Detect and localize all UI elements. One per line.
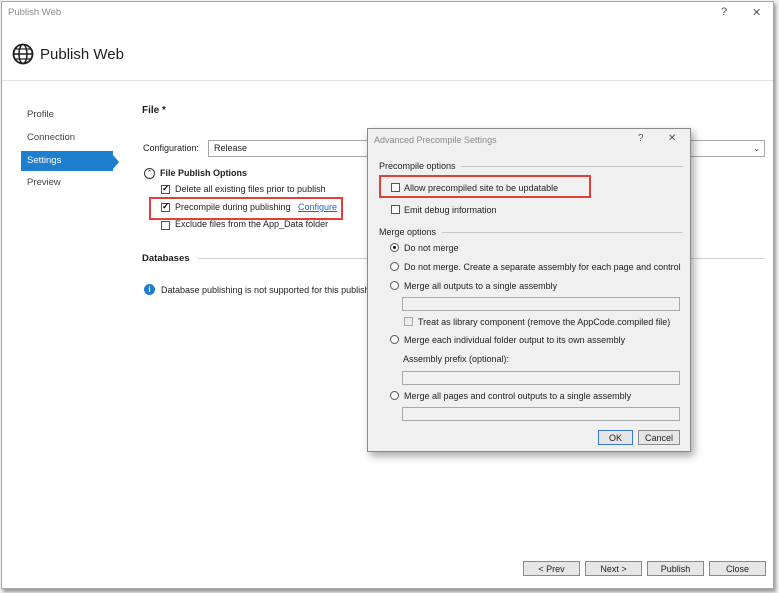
ok-button[interactable]: OK [598, 430, 633, 445]
single-assembly-name-input[interactable] [402, 297, 680, 311]
file-section-heading: File * [142, 105, 166, 116]
radio-do-not-merge[interactable] [390, 243, 399, 252]
configure-link[interactable]: Configure [298, 202, 337, 212]
advanced-precompile-dialog: Advanced Precompile Settings ? ✕ Precomp… [367, 128, 691, 452]
separate-assembly-label: Do not merge. Create a separate assembly… [404, 262, 681, 272]
merge-folder-label: Merge each individual folder output to i… [404, 335, 626, 345]
configuration-label: Configuration: [143, 143, 200, 153]
window-title: Publish Web [8, 7, 62, 18]
databases-section-heading: Databases [142, 253, 190, 264]
radio-merge-pages[interactable] [390, 391, 399, 400]
file-publish-options-heading: File Publish Options [160, 168, 248, 178]
dialog-close-icon[interactable]: ✕ [668, 133, 676, 144]
close-button[interactable]: Close [709, 561, 766, 576]
db-info-text: Database publishing is not supported for… [161, 285, 370, 295]
next-button[interactable]: Next > [585, 561, 642, 576]
group-divider [461, 166, 683, 167]
allow-updatable-checkbox[interactable] [391, 183, 400, 192]
help-button[interactable]: ? [721, 6, 727, 18]
nav-item-connection[interactable]: Connection [21, 128, 113, 148]
merge-pages-name-input[interactable] [402, 407, 680, 421]
nav-item-preview[interactable]: Preview [21, 173, 113, 193]
cancel-button[interactable]: Cancel [638, 430, 680, 445]
collapse-chevron-up-icon[interactable]: ⌃ [144, 168, 155, 179]
nav-selected-arrow [113, 155, 119, 169]
merge-options-group: Merge options [379, 227, 437, 237]
emit-debug-label: Emit debug information [404, 205, 497, 215]
emit-debug-checkbox[interactable] [391, 205, 400, 214]
nav-item-profile[interactable]: Profile [21, 105, 113, 125]
precompile-label: Precompile during publishing [175, 202, 291, 212]
globe-icon [12, 43, 34, 65]
precompile-checkbox[interactable] [161, 201, 170, 212]
dialog-title: Advanced Precompile Settings [374, 135, 497, 145]
treat-library-label: Treat as library component (remove the A… [418, 317, 671, 327]
radio-merge-folder[interactable] [390, 335, 399, 344]
merge-single-label: Merge all outputs to a single assembly [404, 281, 558, 291]
exclude-app-data-label: Exclude files from the App_Data folder [175, 219, 329, 229]
do-not-merge-label: Do not merge [404, 243, 459, 253]
nav-item-settings[interactable]: Settings [21, 151, 113, 171]
radio-separate-assembly[interactable] [390, 262, 399, 271]
close-icon[interactable]: ✕ [752, 6, 761, 19]
allow-updatable-label: Allow precompiled site to be updatable [404, 183, 559, 193]
info-icon: i [144, 284, 155, 295]
publish-button[interactable]: Publish [647, 561, 704, 576]
page-title: Publish Web [40, 46, 124, 63]
delete-files-label: Delete all existing files prior to publi… [175, 184, 326, 194]
header-divider [2, 80, 773, 81]
dialog-help-button[interactable]: ? [638, 133, 644, 144]
exclude-app-data-checkbox[interactable] [161, 221, 170, 230]
treat-library-checkbox[interactable] [404, 317, 413, 326]
merge-pages-label: Merge all pages and control outputs to a… [404, 391, 632, 401]
group-divider [442, 232, 683, 233]
delete-files-checkbox[interactable] [161, 183, 170, 194]
radio-merge-single[interactable] [390, 281, 399, 290]
assembly-prefix-label: Assembly prefix (optional): [403, 354, 510, 364]
assembly-prefix-input[interactable] [402, 371, 680, 385]
prev-button[interactable]: < Prev [523, 561, 580, 576]
precompile-options-group: Precompile options [379, 161, 456, 171]
configuration-value: Release [214, 143, 248, 153]
chevron-down-icon: ⌄ [753, 144, 760, 153]
